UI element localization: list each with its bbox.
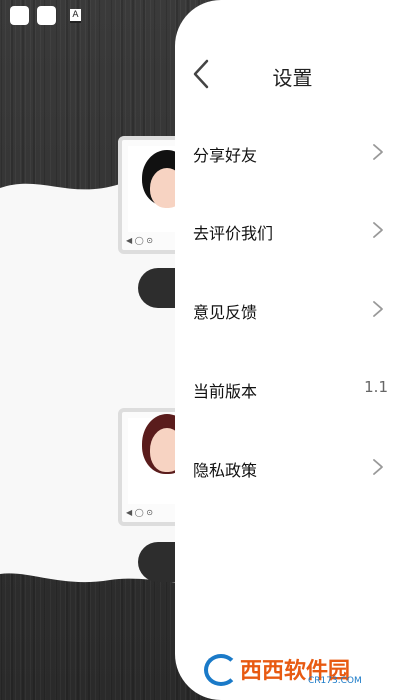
page-title: 设置 bbox=[272, 66, 313, 90]
menu-item-version: 当前版本 1.1 bbox=[175, 366, 400, 410]
status-notification-icon bbox=[37, 6, 56, 25]
chevron-right-icon bbox=[373, 301, 383, 317]
chevron-right-icon bbox=[373, 459, 383, 475]
status-text-icon: A bbox=[70, 8, 81, 23]
menu-item-label: 意见反馈 bbox=[193, 303, 258, 322]
version-value: 1.1 bbox=[364, 378, 388, 396]
watermark-logo-icon bbox=[204, 654, 238, 686]
menu-item-rate[interactable]: 去评价我们 bbox=[175, 208, 400, 252]
settings-drawer: 设置 分享好友 去评价我们 意见反馈 当前版本 1.1 隐私政策 bbox=[175, 0, 400, 700]
status-bar: A bbox=[10, 6, 81, 25]
chevron-right-icon bbox=[373, 222, 383, 238]
menu-item-feedback[interactable]: 意见反馈 bbox=[175, 287, 400, 331]
drawer-header: 设置 bbox=[175, 56, 400, 92]
menu-item-privacy[interactable]: 隐私政策 bbox=[175, 445, 400, 489]
menu-item-label: 当前版本 bbox=[193, 382, 258, 401]
chevron-right-icon bbox=[373, 144, 383, 160]
watermark-domain-text: CR173.COM bbox=[308, 676, 362, 686]
menu-item-label: 去评价我们 bbox=[193, 224, 274, 243]
menu-item-label: 分享好友 bbox=[193, 146, 258, 165]
menu-item-share[interactable]: 分享好友 bbox=[175, 130, 400, 174]
watermark-logo: 西西软件园 CR173.COM bbox=[200, 648, 382, 692]
status-notification-icon bbox=[10, 6, 29, 25]
menu-item-label: 隐私政策 bbox=[193, 461, 258, 480]
